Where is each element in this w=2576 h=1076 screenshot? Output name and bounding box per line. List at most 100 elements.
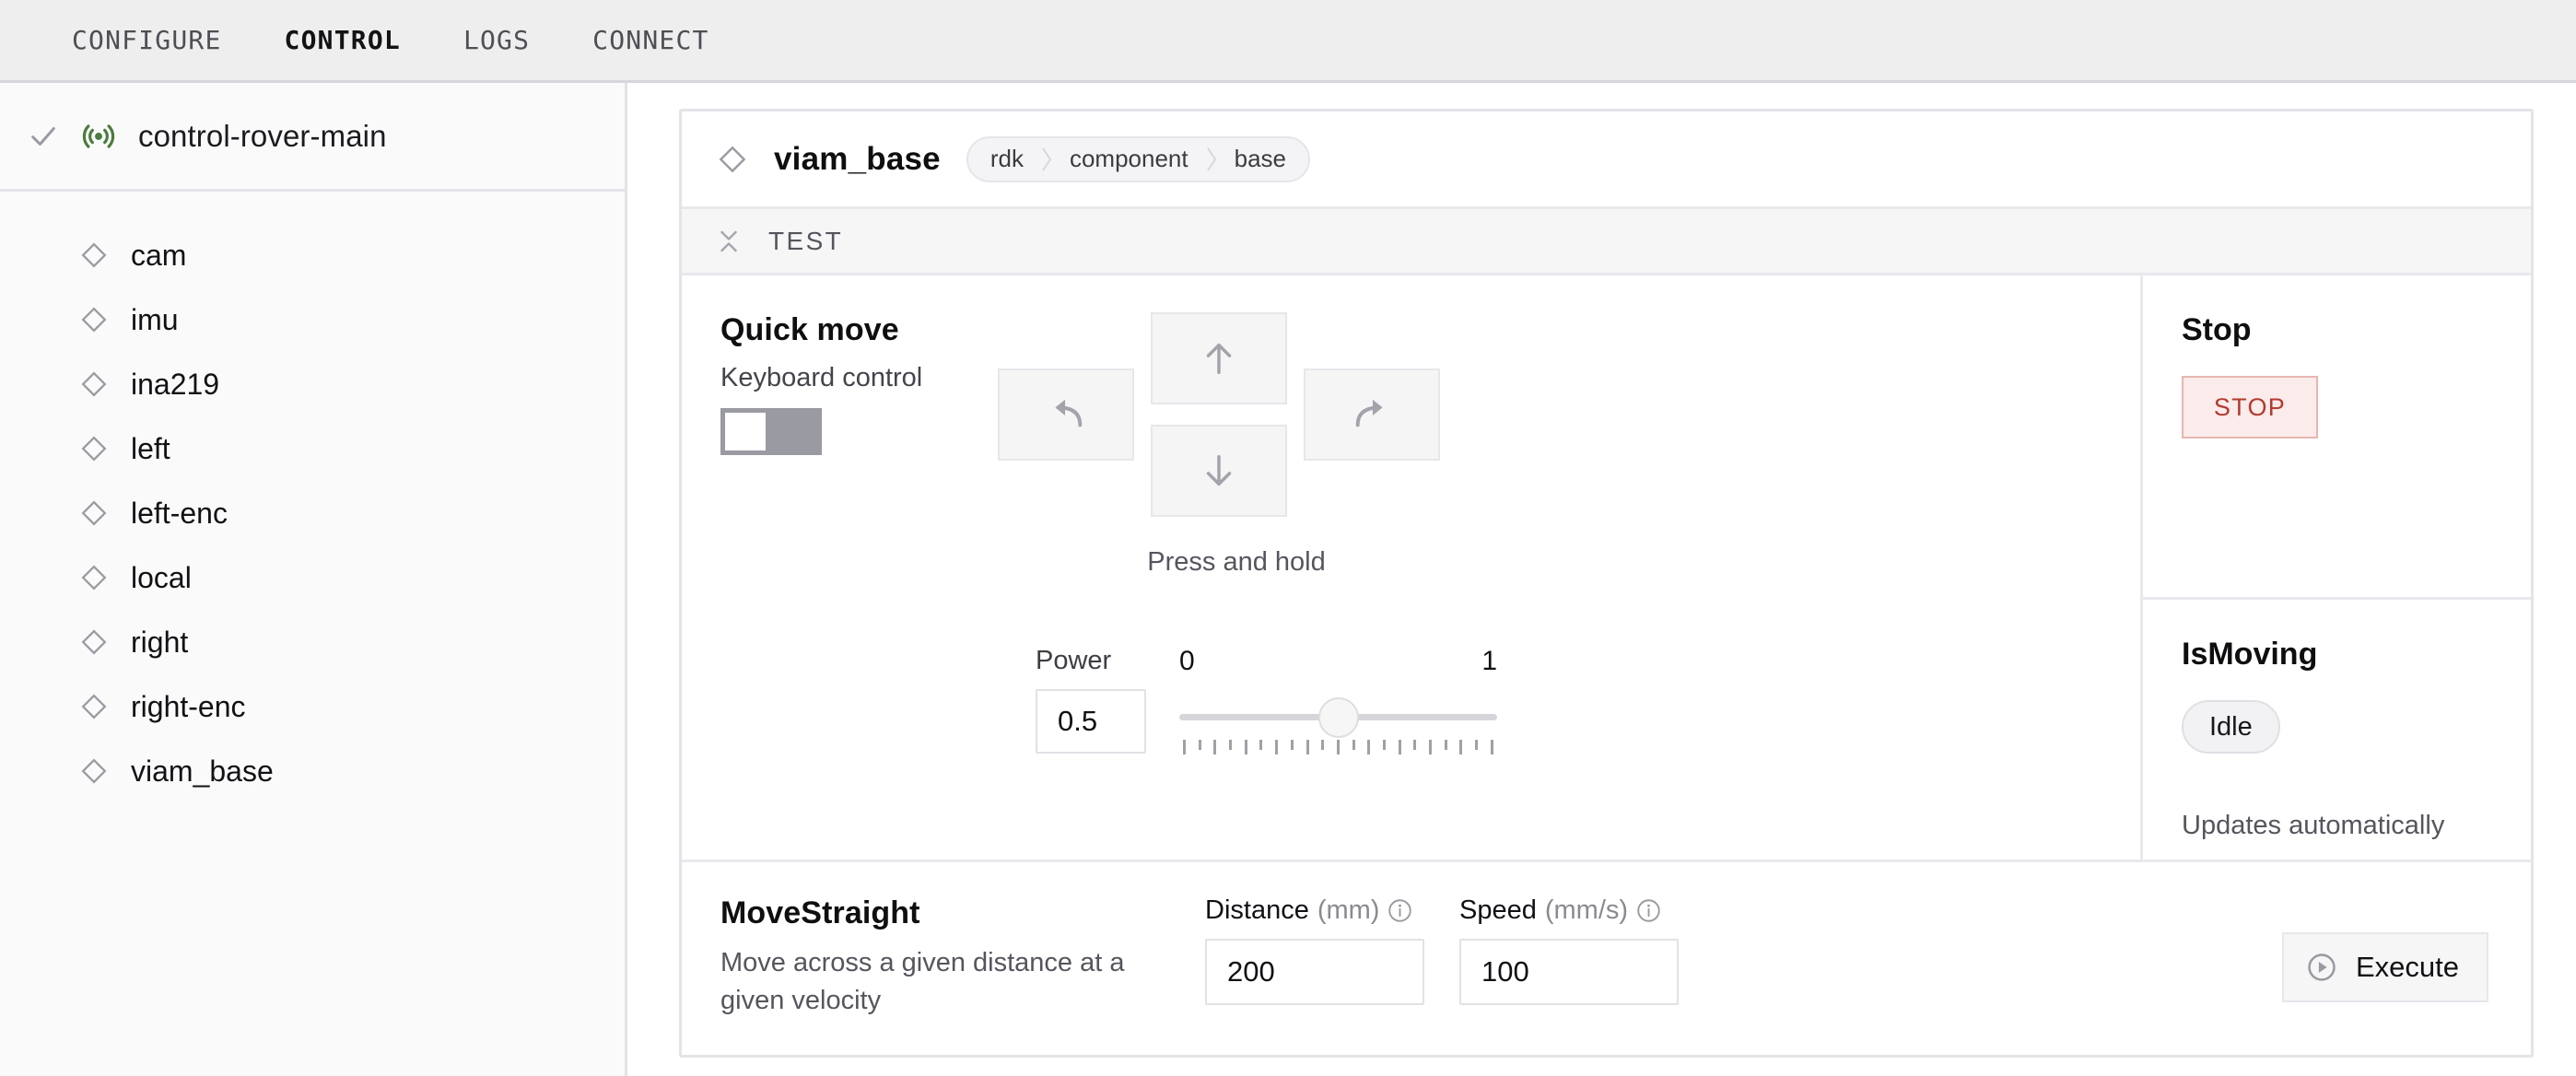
chevron-right-icon — [1040, 146, 1053, 171]
tab-logs[interactable]: LOGS — [432, 0, 561, 82]
keyboard-control-label: Keyboard control — [720, 363, 923, 392]
arrow-down-icon — [1198, 450, 1240, 492]
slider-range-labels: 0 1 — [1179, 646, 1497, 677]
diamond-icon — [79, 434, 109, 463]
is-moving-block: IsMoving Idle Updates automatically — [2143, 600, 2531, 841]
quick-move-title: Quick move — [720, 312, 899, 347]
speed-field-group: Speed (mm/s) 100 — [1459, 895, 1679, 1005]
sidebar-item-label: right-enc — [131, 689, 246, 723]
distance-input[interactable]: 200 — [1205, 939, 1424, 1005]
status-rail: Stop STOP IsMoving Idle Updates automati… — [2143, 275, 2531, 860]
is-moving-title: IsMoving — [2182, 637, 2318, 672]
dpad-cluster: Press and hold — [997, 312, 1476, 577]
power-control-row: Power 0.5 0 1 — [682, 646, 2140, 756]
speed-unit: (mm/s) — [1544, 895, 1629, 925]
quick-move-controls: Quick move Keyboard control Press and ho… — [682, 275, 2140, 577]
speed-input[interactable]: 100 — [1459, 939, 1679, 1005]
speed-label: Speed (mm/s) — [1459, 895, 1679, 926]
execute-button[interactable]: Execute — [2281, 932, 2488, 1002]
page-title: viam_base — [774, 140, 941, 177]
machine-header-row[interactable]: control-rover-main — [0, 83, 625, 192]
sidebar-item-label: cam — [131, 238, 187, 272]
distance-label-text: Distance — [1205, 895, 1309, 925]
diamond-icon — [79, 756, 109, 786]
tab-control[interactable]: CONTROL — [253, 0, 432, 82]
info-icon[interactable] — [1636, 898, 1661, 923]
diamond-icon — [79, 498, 109, 528]
sidebar-item-label: right — [131, 625, 189, 659]
sidebar-item-right[interactable]: right — [0, 610, 625, 674]
collapse-icon — [717, 228, 741, 255]
keyboard-control-toggle[interactable] — [720, 408, 822, 455]
arrow-up-icon — [1198, 337, 1240, 380]
sidebar-item-label: left-enc — [131, 496, 228, 530]
power-slider[interactable] — [1179, 696, 1497, 738]
execute-button-label: Execute — [2355, 951, 2459, 983]
sidebar-item-label: local — [131, 560, 192, 594]
move-backward-button[interactable] — [1151, 425, 1287, 517]
distance-unit: (mm) — [1317, 895, 1380, 925]
toggle-knob — [725, 413, 766, 450]
sidebar-item-label: viam_base — [131, 754, 274, 788]
power-input-group: Power 0.5 — [1036, 646, 1152, 754]
stop-button[interactable]: STOP — [2182, 376, 2318, 439]
move-forward-button[interactable] — [1151, 312, 1287, 404]
sidebar-item-label: imu — [131, 302, 179, 336]
machine-name: control-rover-main — [138, 118, 387, 153]
slider-max-label: 1 — [1481, 646, 1497, 676]
test-section-label: TEST — [768, 226, 844, 255]
sidebar-item-imu[interactable]: imu — [0, 287, 625, 352]
diamond-icon — [79, 305, 109, 334]
page-body: control-rover-main cam imu ina219 left l… — [0, 83, 2576, 1076]
sidebar-item-local[interactable]: local — [0, 545, 625, 610]
sidebar-item-label: ina219 — [131, 367, 220, 401]
power-label: Power — [1036, 646, 1112, 675]
resource-sidebar: control-rover-main cam imu ina219 left l… — [0, 83, 627, 1076]
chevron-right-icon — [1205, 146, 1218, 171]
press-and-hold-hint: Press and hold — [1147, 547, 1326, 577]
sidebar-item-cam[interactable]: cam — [0, 223, 625, 287]
breadcrumb-item-api: rdk — [989, 145, 1024, 172]
distance-label: Distance (mm) — [1205, 895, 1424, 926]
component-card: viam_base rdk component base TEST Quick … — [679, 109, 2534, 1058]
sidebar-item-left[interactable]: left — [0, 416, 625, 481]
auto-update-note: Updates automatically — [2182, 811, 2445, 840]
breadcrumb: rdk component base — [966, 135, 1310, 182]
sidebar-item-viam-base[interactable]: viam_base — [0, 739, 625, 803]
rotate-left-button[interactable] — [998, 368, 1134, 461]
diamond-icon — [717, 144, 748, 175]
diamond-icon — [79, 240, 109, 270]
signal-icon — [81, 119, 116, 154]
speed-label-text: Speed — [1459, 895, 1537, 925]
slider-min-label: 0 — [1179, 646, 1195, 676]
breadcrumb-item-type: component — [1069, 145, 1188, 172]
move-straight-section: MoveStraight Move across a given distanc… — [682, 860, 2531, 1055]
sidebar-item-left-enc[interactable]: left-enc — [0, 481, 625, 545]
rotate-left-icon — [1045, 393, 1087, 436]
distance-field-group: Distance (mm) 200 — [1205, 895, 1424, 1005]
quick-move-panel: Quick move Keyboard control Press and ho… — [682, 275, 2143, 860]
move-straight-description: Move across a given distance at a given … — [720, 948, 1125, 1016]
move-straight-description-column: MoveStraight Move across a given distanc… — [720, 895, 1198, 1020]
top-navigation-bar: CONFIGURE CONTROL LOGS CONNECT — [0, 0, 2576, 83]
resource-list: cam imu ina219 left left-enc local right… — [0, 192, 625, 803]
tab-connect[interactable]: CONNECT — [561, 0, 740, 82]
breadcrumb-item-subtype: base — [1234, 145, 1286, 172]
diamond-icon — [79, 627, 109, 657]
play-circle-icon — [2306, 952, 2337, 983]
status-badge: Idle — [2182, 700, 2280, 754]
power-slider-group: 0 1 — [1179, 646, 1497, 756]
test-section-header[interactable]: TEST — [682, 209, 2531, 275]
tab-configure[interactable]: CONFIGURE — [41, 0, 253, 82]
keyboard-control-column: Quick move Keyboard control — [720, 312, 997, 543]
diamond-icon — [79, 369, 109, 399]
sidebar-item-ina219[interactable]: ina219 — [0, 352, 625, 416]
stop-title: Stop — [2182, 312, 2252, 347]
test-panel-body: Quick move Keyboard control Press and ho… — [682, 275, 2531, 860]
main-content: viam_base rdk component base TEST Quick … — [627, 83, 2576, 1076]
sidebar-item-right-enc[interactable]: right-enc — [0, 674, 625, 739]
info-icon[interactable] — [1388, 898, 1412, 923]
slider-thumb[interactable] — [1317, 697, 1359, 738]
power-input[interactable]: 0.5 — [1036, 689, 1146, 754]
rotate-right-button[interactable] — [1304, 368, 1440, 461]
